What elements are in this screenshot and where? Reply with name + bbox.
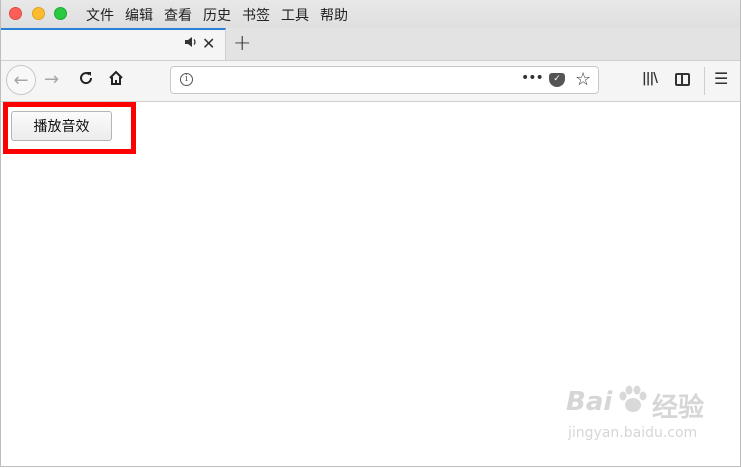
tab-strip: ✕ + — [1, 28, 740, 61]
menu-bookmarks[interactable]: 书签 — [242, 7, 270, 25]
reload-icon — [80, 72, 93, 85]
speaker-icon[interactable] — [184, 36, 198, 52]
home-button[interactable] — [108, 70, 124, 91]
watermark-brand-suffix: 经验 — [652, 393, 705, 423]
new-tab-button[interactable]: + — [233, 31, 251, 56]
page-actions-icon[interactable]: ••• — [521, 70, 544, 86]
menu-bar: 文件 编辑 查看 历史 书签 工具 帮助 — [86, 7, 348, 25]
watermark-brand: Bai — [566, 387, 613, 417]
browser-window: 文件 编辑 查看 历史 书签 工具 帮助 ✕ + ← → i ••• ✓ ☆ |… — [0, 0, 741, 467]
baidu-paw-icon — [619, 385, 647, 412]
baidu-jingyan-watermark: Bai 经验 jingyan.baidu.com — [566, 385, 706, 447]
reload-button[interactable] — [78, 70, 94, 91]
menu-history[interactable]: 历史 — [203, 7, 231, 25]
page-content: 播放音效 Bai 经验 jingyan.baidu.com — [1, 102, 740, 466]
maximize-window-button[interactable] — [54, 7, 67, 20]
forward-button[interactable]: → — [44, 70, 59, 90]
menu-view[interactable]: 查看 — [164, 7, 192, 25]
menu-hamburger-icon[interactable]: ☰ — [714, 69, 728, 88]
menu-file[interactable]: 文件 — [86, 7, 114, 25]
back-button[interactable]: ← — [6, 65, 36, 95]
info-icon[interactable]: i — [180, 73, 193, 86]
menu-edit[interactable]: 编辑 — [125, 7, 153, 25]
sidebar-toggle-icon[interactable] — [675, 73, 690, 86]
url-input[interactable] — [201, 70, 505, 92]
close-window-button[interactable] — [9, 7, 22, 20]
watermark-url: jingyan.baidu.com — [568, 425, 698, 441]
toolbar-divider — [704, 67, 705, 95]
arrow-left-icon: ← — [13, 69, 29, 91]
tab-active[interactable]: ✕ — [1, 28, 226, 60]
library-icon[interactable]: |||\ — [642, 71, 658, 86]
tab-close-icon[interactable]: ✕ — [202, 34, 215, 53]
menu-help[interactable]: 帮助 — [320, 7, 348, 25]
navigation-toolbar: ← → i ••• ✓ ☆ |||\ ☰ — [1, 61, 740, 102]
bookmark-star-icon[interactable]: ☆ — [575, 69, 591, 90]
play-sound-button[interactable]: 播放音效 — [11, 111, 112, 141]
home-icon — [109, 70, 123, 85]
pocket-icon[interactable]: ✓ — [549, 73, 565, 87]
minimize-window-button[interactable] — [32, 7, 45, 20]
menu-tools[interactable]: 工具 — [281, 7, 309, 25]
url-bar[interactable]: i ••• ✓ ☆ — [170, 66, 599, 94]
